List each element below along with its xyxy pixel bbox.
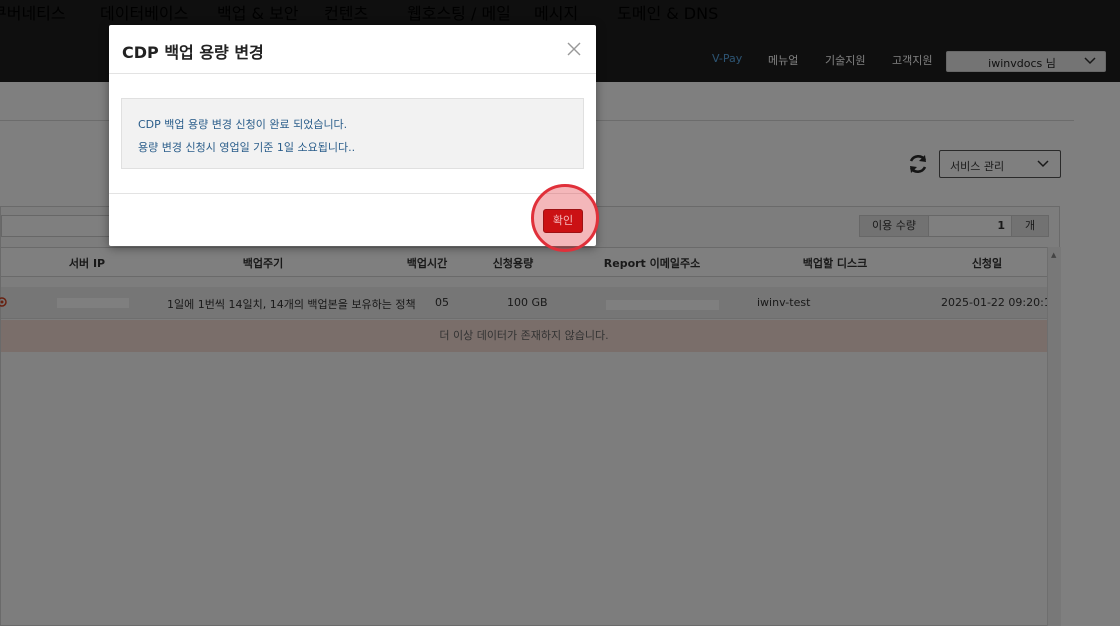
- cdp-capacity-change-dialog: CDP 백업 용량 변경 CDP 백업 용량 변경 신청이 완료 되었습니다. …: [109, 25, 596, 246]
- dialog-message-box: CDP 백업 용량 변경 신청이 완료 되었습니다. 용량 변경 신청시 영업일…: [121, 98, 584, 169]
- dialog-divider: [109, 193, 596, 194]
- dialog-message-line-2: 용량 변경 신청시 영업일 기준 1일 소요됩니다..: [138, 141, 356, 154]
- dialog-divider: [109, 73, 596, 74]
- click-highlight-marker: [531, 184, 599, 252]
- close-icon[interactable]: [565, 40, 583, 58]
- dialog-title: CDP 백업 용량 변경: [122, 43, 264, 62]
- dialog-message-line-1: CDP 백업 용량 변경 신청이 완료 되었습니다.: [138, 118, 348, 131]
